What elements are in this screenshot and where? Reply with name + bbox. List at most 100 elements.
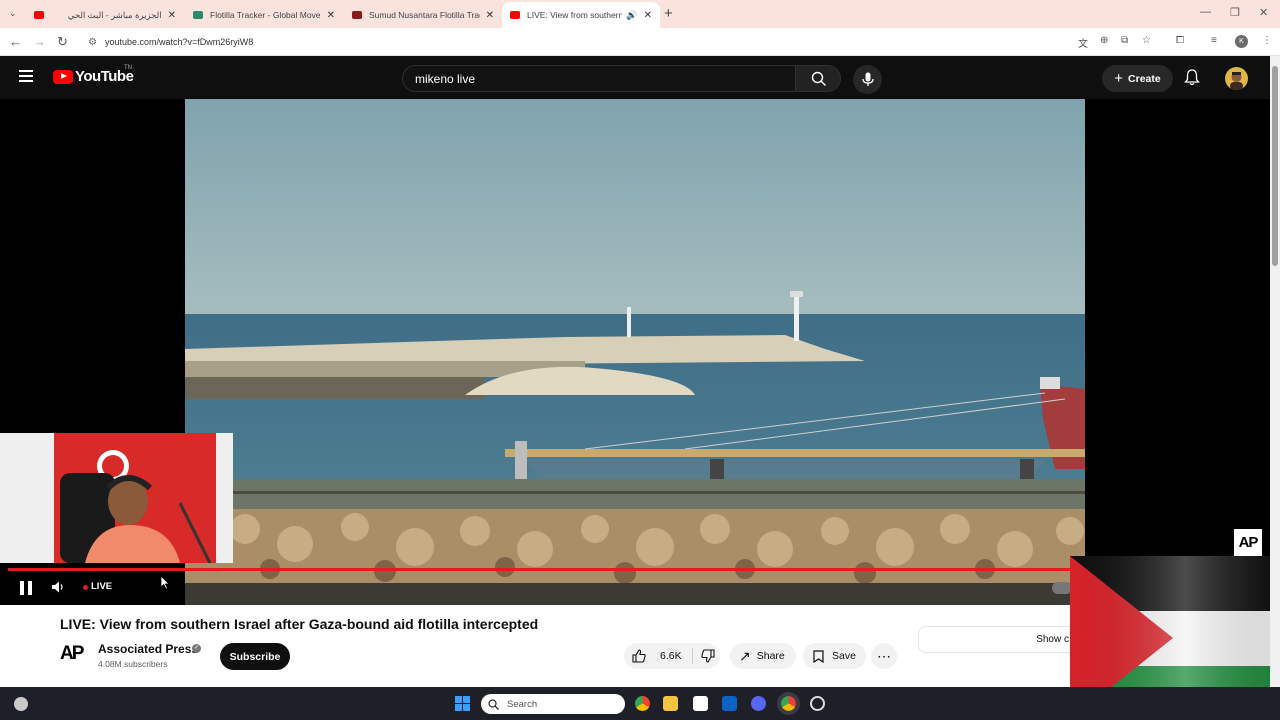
profile-icon[interactable]: K bbox=[1235, 35, 1248, 48]
bookmark-star-icon[interactable]: ☆ bbox=[1142, 35, 1151, 46]
file-explorer-icon[interactable] bbox=[663, 696, 678, 711]
extensions-icon[interactable]: ⧠ bbox=[1176, 35, 1184, 46]
new-tab-icon[interactable]: + bbox=[664, 5, 673, 22]
close-tab-icon[interactable]: ✕ bbox=[644, 10, 652, 21]
notifications-bell-icon[interactable] bbox=[1184, 69, 1200, 86]
plus-icon: + bbox=[1114, 70, 1124, 87]
save-button[interactable]: Save bbox=[803, 643, 866, 669]
forward-icon[interactable]: → bbox=[33, 34, 46, 49]
video-frame[interactable] bbox=[185, 99, 1085, 605]
tab-sumud-tracker[interactable]: Sumud Nusantara Flotilla Tracki ✕ bbox=[344, 2, 502, 28]
divider bbox=[691, 648, 693, 664]
tab-title: Sumud Nusantara Flotilla Tracki bbox=[369, 10, 480, 20]
more-actions-button[interactable]: ⋯ bbox=[871, 643, 897, 669]
channel-name[interactable]: Associated Press bbox=[98, 642, 198, 656]
taskbar-search-placeholder: Search bbox=[507, 698, 538, 710]
taskbar-search-input[interactable]: Search bbox=[481, 694, 625, 714]
close-tab-icon[interactable]: ✕ bbox=[327, 10, 335, 21]
thumbs-up-icon bbox=[632, 649, 646, 663]
reload-icon[interactable]: ↻ bbox=[57, 34, 68, 50]
chat-toggle-box[interactable]: Show c bbox=[918, 626, 1078, 653]
create-label: Create bbox=[1128, 72, 1161, 85]
avatar[interactable] bbox=[1225, 67, 1248, 90]
thumbs-down-icon[interactable] bbox=[700, 649, 715, 663]
zoom-icon[interactable]: ⊕ bbox=[1100, 35, 1108, 46]
live-indicator-dot bbox=[83, 585, 88, 590]
pause-icon[interactable] bbox=[20, 581, 32, 595]
microphone-icon bbox=[862, 72, 874, 86]
youtube-logo[interactable]: YouTube TN bbox=[53, 65, 134, 85]
volume-icon[interactable] bbox=[51, 580, 65, 594]
translate-icon[interactable]: 文 bbox=[1078, 35, 1088, 50]
store-icon[interactable] bbox=[693, 696, 708, 711]
youtube-favicon-icon bbox=[34, 11, 44, 19]
outlook-icon[interactable] bbox=[722, 696, 737, 711]
hamburger-menu-icon[interactable] bbox=[19, 70, 33, 82]
subscribe-button[interactable]: Subscribe bbox=[220, 643, 290, 670]
streamer-webcam bbox=[0, 433, 233, 563]
mouse-cursor-icon bbox=[160, 575, 170, 590]
tab-flotilla-tracker[interactable]: Flotilla Tracker - Global Moveme ✕ bbox=[185, 2, 343, 28]
verified-check-icon: ✓ bbox=[192, 644, 201, 653]
scrollbar-thumb[interactable] bbox=[1272, 66, 1278, 266]
search-icon bbox=[488, 698, 499, 710]
share-label: Share bbox=[756, 650, 785, 662]
more-icon: ⋯ bbox=[877, 647, 891, 664]
live-label[interactable]: LIVE bbox=[91, 581, 112, 592]
country-code: TN bbox=[124, 65, 132, 71]
minimize-icon[interactable]: — bbox=[1200, 6, 1211, 18]
ap-watermark: AP bbox=[1234, 529, 1262, 556]
voice-search-button[interactable] bbox=[853, 65, 882, 94]
address-bar-row: ← → ↻ ⚙ youtube.com/watch?v=fDwm26ryiW8 … bbox=[0, 28, 1280, 56]
channel-logo[interactable]: AP bbox=[60, 643, 88, 669]
page-scrollbar[interactable] bbox=[1270, 56, 1280, 687]
address-bar[interactable]: ⚙ youtube.com/watch?v=fDwm26ryiW8 bbox=[80, 32, 1170, 52]
progress-bar[interactable] bbox=[8, 568, 1070, 571]
media-controls-icon[interactable]: ≡ bbox=[1211, 35, 1217, 46]
back-icon[interactable]: ← bbox=[9, 34, 22, 49]
bookmark-icon bbox=[813, 649, 824, 663]
discord-icon[interactable] bbox=[751, 696, 766, 711]
share-icon: ↗ bbox=[739, 647, 751, 664]
search-icon bbox=[811, 71, 826, 86]
tab-aljazeera[interactable]: الجزيرة مباشر - البث الحي ✕ bbox=[26, 2, 184, 28]
subscriber-count: 4.08M subscribers bbox=[98, 659, 168, 669]
show-chat-label: Show c bbox=[1036, 634, 1069, 645]
close-window-icon[interactable]: ✕ bbox=[1259, 6, 1268, 19]
youtube-header: YouTube TN mikeno live + Create bbox=[0, 56, 1270, 99]
avatar-face-icon bbox=[1230, 72, 1243, 90]
site-info-icon[interactable]: ⚙ bbox=[88, 37, 97, 48]
tab-search-icon[interactable]: ⌄ bbox=[9, 8, 17, 19]
video-title: LIVE: View from southern Israel after Ga… bbox=[60, 616, 539, 632]
windows-taskbar: Search bbox=[0, 687, 1280, 720]
like-dislike-group: 6.6K bbox=[624, 643, 720, 669]
youtube-play-icon bbox=[53, 69, 73, 84]
search-button[interactable] bbox=[795, 65, 841, 92]
close-tab-icon[interactable]: ✕ bbox=[486, 10, 494, 21]
create-button[interactable]: + Create bbox=[1102, 65, 1173, 92]
close-tab-icon[interactable]: ✕ bbox=[168, 10, 176, 21]
chrome-menu-icon[interactable]: ⋮ bbox=[1262, 35, 1272, 46]
windows-start-icon[interactable] bbox=[455, 696, 470, 711]
like-button[interactable]: 6.6K bbox=[624, 649, 682, 663]
autoplay-toggle[interactable] bbox=[1052, 582, 1072, 594]
app-taskbar-icon[interactable] bbox=[810, 696, 825, 711]
tab-live-view[interactable]: LIVE: View from southern Is 🔊 ✕ bbox=[502, 2, 660, 28]
tab-title: الجزيرة مباشر - البث الحي bbox=[67, 9, 162, 20]
webcam-image bbox=[0, 433, 233, 563]
tab-title: Flotilla Tracker - Global Moveme bbox=[210, 10, 321, 20]
chrome-active-taskbar-icon[interactable] bbox=[777, 692, 800, 715]
install-icon[interactable]: ⧉ bbox=[1121, 35, 1128, 46]
save-label: Save bbox=[832, 650, 856, 662]
share-button[interactable]: ↗ Share bbox=[730, 643, 796, 669]
tab-title: LIVE: View from southern Is bbox=[527, 10, 623, 20]
weather-icon[interactable] bbox=[14, 697, 28, 711]
sumud-favicon-icon bbox=[352, 11, 362, 19]
search-input[interactable]: mikeno live bbox=[402, 65, 796, 92]
tracker-favicon-icon bbox=[193, 11, 203, 19]
like-count: 6.6K bbox=[660, 650, 682, 662]
browser-tab-strip: ⌄ الجزيرة مباشر - البث الحي ✕ Flotilla T… bbox=[0, 0, 1280, 28]
chrome-taskbar-icon[interactable] bbox=[635, 696, 650, 711]
maximize-icon[interactable]: ❐ bbox=[1230, 6, 1240, 19]
speaker-icon[interactable]: 🔊 bbox=[626, 10, 637, 21]
